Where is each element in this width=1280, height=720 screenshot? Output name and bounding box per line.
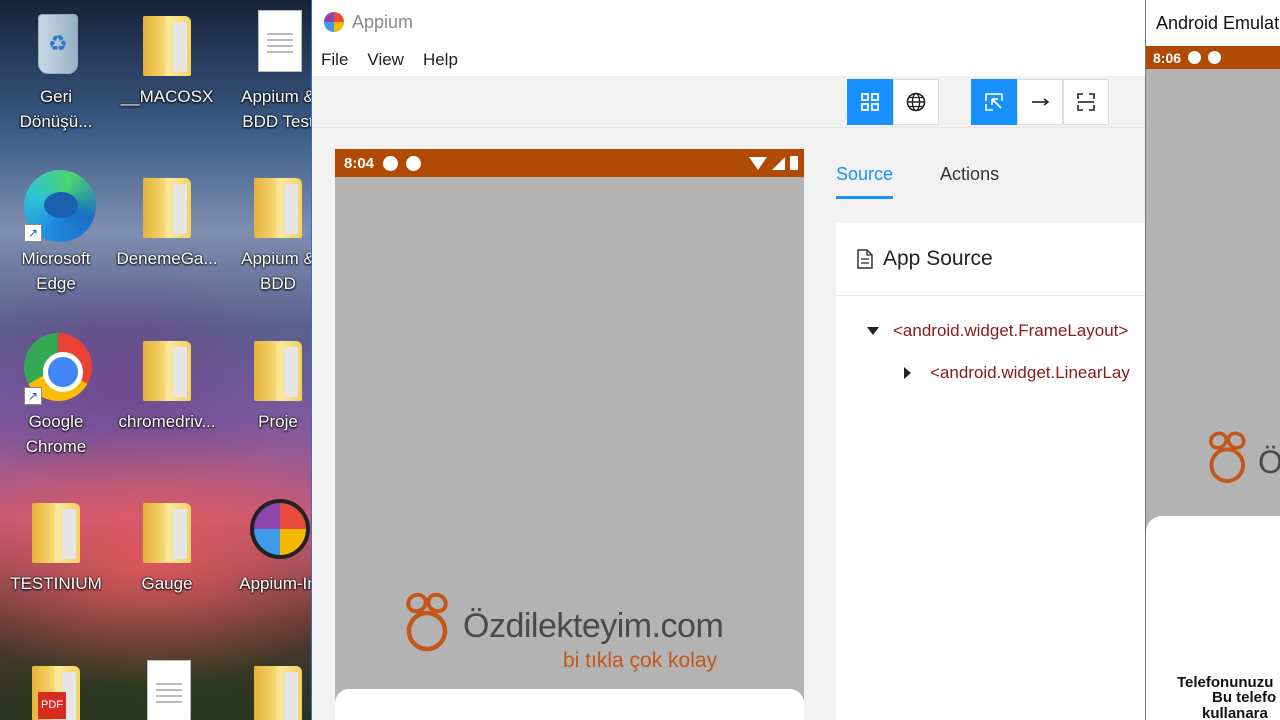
device-screenshot[interactable]: 8:04 Özdilekteyim.com bi tıkla çok kolay (335, 149, 804, 720)
folder-icon (32, 503, 80, 563)
title-bar: Appium (312, 0, 1145, 44)
select-cursor-icon (985, 93, 1003, 111)
file-text-icon (857, 249, 873, 269)
notification-icon (383, 155, 399, 171)
appium-logo-icon (324, 12, 344, 32)
wifi-icon (749, 156, 767, 170)
swipe-by-coordinates-button[interactable] (1017, 79, 1063, 125)
desktop-icon-label: Appium-In (239, 574, 317, 593)
brand-tagline: bi tıkla çok kolay (563, 649, 718, 672)
document-icon (147, 660, 191, 720)
desktop-icon-denemega[interactable]: DenemeGa... (115, 170, 219, 271)
emulator-sheet-line: kullanara (1202, 705, 1268, 720)
desktop-icon-label: Appium & BDD (241, 249, 315, 293)
select-elements-button[interactable] (971, 79, 1017, 125)
desktop-icon-label: Geri Dönüşü... (19, 87, 93, 131)
tab-source[interactable]: Source (836, 150, 894, 199)
folder-icon (254, 666, 302, 720)
brand-name: Özdilekteyim.com (463, 607, 724, 645)
emulator-brand-text: Ö (1258, 444, 1280, 481)
shortcut-arrow-icon: ↗ (24, 224, 42, 242)
desktop-icon-label: DenemeGa... (116, 249, 218, 268)
inspector-toolbar (312, 76, 1145, 128)
desktop-icon-label: Microsoft Edge (21, 249, 91, 293)
tap-by-coordinates-button[interactable] (1063, 79, 1109, 125)
desktop-icon-label: Gauge (141, 574, 193, 593)
shortcut-arrow-icon: ↗ (24, 387, 42, 405)
recycle-bin-icon (38, 14, 78, 74)
desktop-icon-document[interactable] (115, 658, 219, 720)
desktop-icon-label: chromedriv... (118, 412, 216, 431)
tree-node-label: <android.widget.FrameLayout> (893, 321, 1129, 340)
native-app-mode-button[interactable] (847, 79, 893, 125)
emulator-bottom-sheet: Telefonunuzu Bu telefo kullanara (1146, 516, 1280, 720)
android-emulator-window: Android Emulat 8:06 Ö Telefonunuzu Bu te… (1145, 0, 1280, 720)
notification-icon (406, 155, 422, 171)
desktop-icon-gauge[interactable]: Gauge (115, 495, 219, 596)
brand-mascot-icon (1208, 431, 1246, 483)
caret-right-icon[interactable] (904, 367, 911, 379)
device-bottom-sheet (335, 689, 804, 720)
globe-icon (906, 92, 926, 112)
menu-file[interactable]: File (321, 50, 348, 70)
caret-down-icon[interactable] (867, 327, 879, 335)
desktop-icon-edge[interactable]: ↗ Microsoft Edge (4, 170, 108, 296)
folder-icon (143, 178, 191, 238)
appium-window: Appium File View Help 8:04 Özdilekteyim.… (311, 0, 1145, 720)
folder-icon (254, 178, 302, 238)
emulator-sheet-line: Bu telefo (1212, 689, 1277, 706)
desktop-icon-label: Appium & BDD Test (241, 87, 315, 131)
desktop-icon-label: Proje (258, 412, 298, 431)
desktop-icon-label: __MACOSX (120, 87, 214, 106)
desktop-icon-macosx[interactable]: __MACOSX (115, 8, 219, 109)
desktop-icon-chromedriver[interactable]: chromedriv... (115, 333, 219, 434)
document-icon (258, 10, 302, 72)
pdf-icon: PDF (38, 692, 66, 719)
folder-icon (143, 16, 191, 76)
web-context-mode-button[interactable] (893, 79, 939, 125)
tree-node-linearlayout[interactable]: <android.widget.LinearLay (904, 363, 1130, 383)
arrow-right-icon (1032, 98, 1050, 106)
grid-icon (861, 93, 879, 111)
folder-icon (254, 341, 302, 401)
scan-frame-icon (1077, 93, 1095, 111)
app-source-title: App Source (883, 247, 993, 270)
appium-inspector-icon (250, 499, 310, 559)
notification-icon (1208, 51, 1222, 64)
device-status-bar: 8:04 (335, 149, 804, 177)
menu-bar: File View Help (312, 44, 1145, 76)
tree-node-framelayout[interactable]: <android.widget.FrameLayout> (867, 321, 1128, 341)
desktop-icon-label: Google Chrome (25, 412, 87, 456)
tab-actions[interactable]: Actions (940, 150, 999, 199)
desktop-icon-chrome[interactable]: ↗ Google Chrome (4, 333, 108, 459)
menu-view[interactable]: View (367, 50, 404, 70)
emulator-status-bar: 8:06 (1146, 46, 1280, 69)
window-title: Appium (352, 11, 414, 32)
desktop-icon-label: TESTINIUM (10, 574, 102, 593)
desktop-icon-recycle-bin[interactable]: Geri Dönüşü... (4, 8, 108, 134)
device-time: 8:04 (344, 154, 375, 172)
notification-icon (1188, 51, 1202, 64)
inspector-tabs: Source Actions (836, 150, 1046, 200)
emulator-time: 8:06 (1153, 49, 1182, 66)
tree-node-label: <android.widget.LinearLay (930, 363, 1130, 382)
app-source-panel: App Source <android.widget.FrameLayout> … (836, 223, 1145, 720)
desktop-icon-pdf[interactable]: PDF (4, 658, 108, 720)
emulator-title: Android Emulat (1146, 0, 1280, 46)
folder-icon (143, 341, 191, 401)
signal-icon (772, 156, 785, 170)
folder-icon (143, 503, 191, 563)
brand-logo: Özdilekteyim.com bi tıkla çok kolay (401, 589, 741, 679)
brand-mascot-icon (406, 592, 448, 652)
app-source-header: App Source (836, 223, 1145, 296)
menu-help[interactable]: Help (423, 50, 458, 70)
battery-icon (790, 156, 798, 170)
desktop-icon-testinium[interactable]: TESTINIUM (4, 495, 108, 596)
